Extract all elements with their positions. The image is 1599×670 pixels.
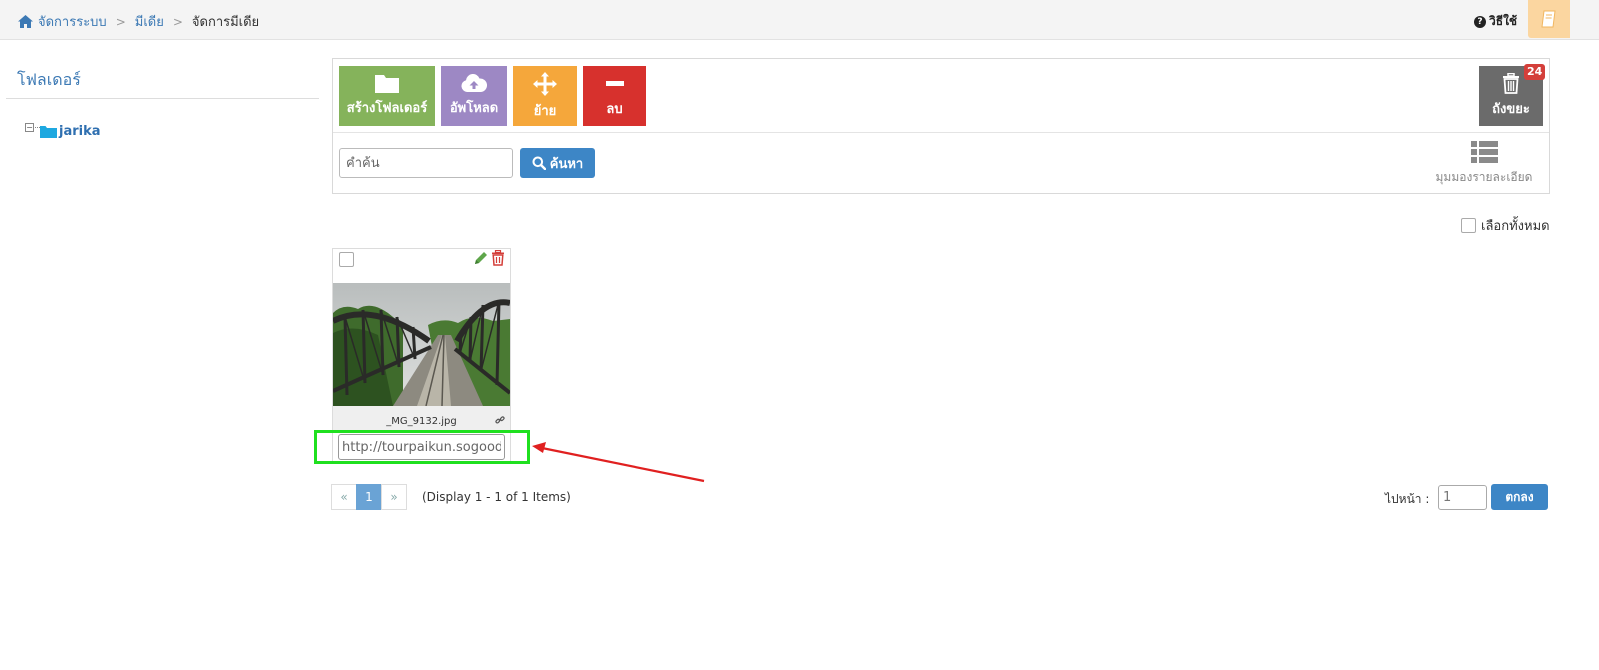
trash-icon[interactable] [491,250,505,266]
folder-icon [40,126,57,138]
divider [333,132,1549,133]
new-folder-label: สร้างโฟลเดอร์ [346,101,428,116]
upload-label: อัพโหลด [449,101,499,116]
help-link[interactable]: ? วิธีใช้ [1474,12,1517,31]
home-icon[interactable] [17,14,34,29]
pager-page-1[interactable]: 1 [356,484,382,510]
sidebar-title: โฟลเดอร์ [17,70,81,89]
media-select-checkbox[interactable] [339,252,354,267]
manual-button[interactable] [1528,0,1570,38]
search-button[interactable]: ค้นหา [520,148,595,178]
goto-page-button[interactable]: ตกลง [1491,484,1548,510]
divider [6,98,319,99]
select-all-checkbox[interactable] [1461,218,1476,233]
question-icon: ? [1474,15,1486,28]
move-button[interactable]: ย้าย [513,66,577,126]
media-thumbnail[interactable] [333,283,510,406]
detail-view-label: มุมมองรายละเอียด [1435,170,1533,184]
breadcrumb-media[interactable]: มีเดีย [135,11,164,32]
list-view-icon [1470,141,1498,163]
bridge-photo [333,283,510,406]
move-label: ย้าย [533,103,557,119]
breadcrumb: จัดการระบบ > มีเดีย > จัดการมีเดีย [17,11,259,32]
upload-button[interactable]: อัพโหลด [441,66,507,126]
tree-item-jarika[interactable]: jarika [59,124,101,139]
pencil-icon[interactable] [473,250,489,266]
select-all[interactable]: เลือกทั้งหมด [1461,215,1550,236]
folder-tree: − jarika [25,123,101,139]
minus-icon [605,80,624,86]
breadcrumb-system[interactable]: จัดการระบบ [38,11,107,32]
trash-label: ถังขยะ [1492,102,1530,117]
pager-next[interactable]: » [381,484,407,510]
move-icon [533,71,557,96]
delete-button[interactable]: ลบ [583,66,646,126]
detail-view-toggle[interactable]: มุมมองรายละเอียด [1428,141,1540,187]
new-folder-button[interactable]: สร้างโฟลเดอร์ [339,66,435,126]
breadcrumb-current: จัดการมีเดีย [191,15,260,30]
search-input[interactable] [339,148,513,178]
help-label: วิธีใช้ [1489,14,1518,28]
collapse-icon[interactable]: − [25,123,34,132]
book-icon [1541,10,1556,28]
link-icon[interactable] [495,415,505,425]
goto-page-label: ไปหน้า : [1385,492,1430,506]
display-count: (Display 1 - 1 of 1 Items) [422,490,571,504]
annotation-arrow [532,442,705,483]
chevron-right-icon: > [115,14,126,29]
toolbar-panel: สร้างโฟลเดอร์ อัพโหลด ย้าย ลบ ถังขยะ 24 [332,58,1550,194]
chevron-right-icon: > [172,14,183,29]
top-bar: จัดการระบบ > มีเดีย > จัดการมีเดีย ? วิธ… [0,0,1599,40]
search-button-label: ค้นหา [549,156,584,172]
annotation-highlight-box [314,430,530,464]
select-all-label: เลือกทั้งหมด [1481,219,1550,234]
media-filename: _MG_9132.jpg [386,416,457,427]
delete-label: ลบ [606,101,623,117]
trash-icon [1503,73,1519,94]
search-icon [532,156,546,170]
folder-icon [375,75,399,93]
cloud-upload-icon [461,74,487,92]
goto-page-input[interactable] [1438,485,1487,510]
pager-prev[interactable]: « [331,484,357,510]
pagination: « 1 » [331,484,407,510]
trash-count-badge: 24 [1524,64,1546,80]
